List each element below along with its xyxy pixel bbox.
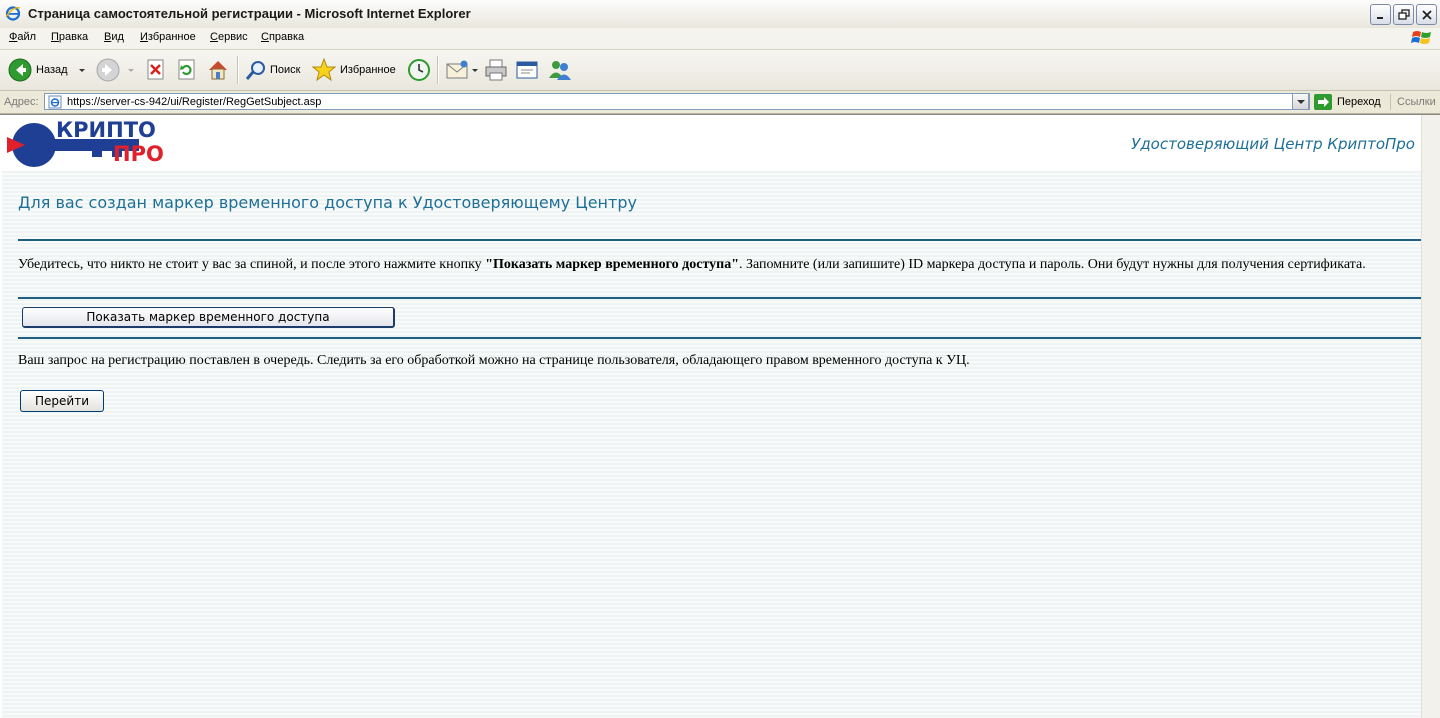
edit-page-icon <box>516 61 538 79</box>
cryptopro-logo: КРИПТО ПРО <box>7 118 164 167</box>
menu-help[interactable]: Справка <box>261 31 304 43</box>
history-icon <box>408 59 430 81</box>
minimize-icon <box>1377 17 1383 19</box>
refresh-button[interactable] <box>175 56 199 84</box>
links-separator <box>1390 94 1391 110</box>
logo-text-bottom: ПРО <box>113 142 164 166</box>
minimize-button[interactable] <box>1370 4 1391 25</box>
page-header: КРИПТО ПРО Удостоверяющий Центр КриптоПр… <box>2 115 1421 171</box>
go-button[interactable]: Переход <box>1337 96 1381 108</box>
menu-file[interactable]: Файл <box>9 31 36 43</box>
home-icon <box>209 61 227 80</box>
messenger-button[interactable] <box>546 56 574 84</box>
close-button[interactable] <box>1416 4 1437 25</box>
history-button[interactable] <box>406 56 432 84</box>
standard-toolbar: Назад Поиск Избранное <box>0 50 1440 91</box>
restore-icon <box>1398 9 1410 20</box>
messenger-icon <box>549 61 571 80</box>
menu-bar: Файл Правка Вид Избранное Сервис Справка <box>0 28 1440 50</box>
vertical-scrollbar[interactable] <box>1421 115 1440 718</box>
stop-button[interactable] <box>144 56 168 84</box>
windows-flag-icon <box>1411 31 1431 44</box>
printer-icon <box>485 59 507 81</box>
title-bar: Страница самостоятельной регистрации - M… <box>0 0 1440 29</box>
back-label: Назад <box>36 64 68 76</box>
address-input[interactable]: https://server-cs-942/ui/Register/RegGet… <box>44 93 1310 110</box>
back-dropdown-icon[interactable] <box>79 69 85 72</box>
ie-icon <box>5 6 21 21</box>
divider <box>18 239 1421 241</box>
favorites-button[interactable]: Избранное <box>312 56 402 84</box>
search-label: Поиск <box>270 64 301 76</box>
back-arrow-icon <box>8 58 32 82</box>
toolbar-separator <box>437 56 439 84</box>
menu-edit[interactable]: Правка <box>51 31 88 43</box>
instruction-text: Убедитесь, что никто не стоит у вас за с… <box>18 257 1366 272</box>
mail-button[interactable] <box>444 56 478 84</box>
forward-button[interactable] <box>94 56 136 84</box>
page-viewport: КРИПТО ПРО Удостоверяющий Центр КриптоПр… <box>0 114 1440 718</box>
show-token-button[interactable]: Показать маркер временного доступа <box>22 307 395 328</box>
refresh-icon <box>178 59 195 80</box>
address-dropdown-button[interactable] <box>1292 93 1309 110</box>
home-button[interactable] <box>205 56 231 84</box>
divider <box>18 297 1421 299</box>
address-url: https://server-cs-942/ui/Register/RegGet… <box>67 96 322 108</box>
page-content: КРИПТО ПРО Удостоверяющий Центр КриптоПр… <box>2 115 1421 718</box>
edit-button[interactable] <box>514 56 540 84</box>
search-icon <box>245 61 265 80</box>
window-title: Страница самостоятельной регистрации - M… <box>28 6 471 21</box>
go-next-button[interactable]: Перейти <box>20 390 104 412</box>
toolbar-separator <box>237 56 239 84</box>
page-icon <box>48 95 62 109</box>
address-label: Адрес: <box>4 96 39 108</box>
forward-dropdown-icon[interactable] <box>128 69 134 72</box>
restore-button[interactable] <box>1393 4 1414 25</box>
page-heading: Для вас создан маркер временного доступа… <box>18 193 637 212</box>
menu-favorites[interactable]: Избранное <box>140 31 196 43</box>
instruction-bold: "Показать маркер временного доступа" <box>485 257 739 272</box>
divider <box>18 337 1421 339</box>
ca-name: Удостоверяющий Центр КриптоПро <box>1131 135 1415 153</box>
logo-text-top: КРИПТО <box>56 118 156 142</box>
print-button[interactable] <box>483 56 509 84</box>
favorites-label: Избранное <box>340 64 396 76</box>
search-button[interactable]: Поиск <box>244 56 306 84</box>
forward-arrow-icon <box>96 58 120 82</box>
stop-icon <box>147 59 164 80</box>
menu-tools[interactable]: Сервис <box>210 31 248 43</box>
go-arrow-icon[interactable] <box>1314 94 1332 110</box>
ie-window: Страница самостоятельной регистрации - M… <box>0 0 1440 718</box>
mail-dropdown-icon[interactable] <box>472 69 478 72</box>
close-icon <box>1422 10 1432 20</box>
mail-icon <box>446 60 468 79</box>
address-bar: Адрес: https://server-cs-942/ui/Register… <box>0 91 1440 114</box>
menu-view[interactable]: Вид <box>104 31 124 43</box>
queue-status-text: Ваш запрос на регистрацию поставлен в оч… <box>18 353 970 368</box>
back-button[interactable]: Назад <box>6 56 86 84</box>
links-button[interactable]: Ссылки <box>1397 96 1436 108</box>
star-icon <box>312 58 336 82</box>
